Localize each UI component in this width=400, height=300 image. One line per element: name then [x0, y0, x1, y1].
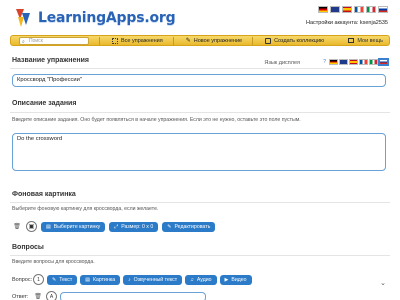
- toolbar-divider: [99, 36, 100, 45]
- edit-icon: ✎: [167, 223, 172, 230]
- answer-input[interactable]: [60, 291, 206, 300]
- logo[interactable]: LearningApps.org: [14, 6, 176, 30]
- main-toolbar: ⌕ Поиск Все упражнения ✎ Новое упражнени…: [10, 35, 390, 46]
- flag-gb-icon[interactable]: [339, 59, 348, 65]
- flag-fr-icon[interactable]: [354, 6, 364, 13]
- question-type-row: Вопрос: 1 ✎ Текст ▤ Картинка ♪ Озвученны…: [12, 274, 252, 285]
- question-tts-button[interactable]: ♪ Озвученный текст: [123, 274, 183, 285]
- choose-image-button[interactable]: ▤ Выберите картинку: [41, 221, 106, 232]
- edit-label: Редактировать: [174, 223, 211, 230]
- trash-icon[interactable]: 🗑: [12, 222, 22, 232]
- resize-icon: ⤢: [114, 223, 119, 230]
- create-collection-label: Создать коллекцию: [274, 37, 325, 44]
- exercise-name-title: Название упражнения: [12, 57, 89, 64]
- question-type-text: Текст: [59, 276, 73, 283]
- background-image-hint: Выберите фоновую картинку для кроссворда…: [12, 206, 159, 212]
- question-label: Вопрос:: [12, 276, 33, 283]
- flag-it-icon[interactable]: [366, 6, 376, 13]
- image-glyph-icon: ▤: [46, 223, 51, 230]
- language-flags: [318, 6, 388, 13]
- edit-button[interactable]: ✎ Редактировать: [162, 221, 216, 232]
- flag-it-icon[interactable]: [369, 59, 378, 65]
- flag-ru-icon[interactable]: [378, 6, 388, 13]
- flag-es-icon[interactable]: [342, 6, 352, 13]
- display-language-flags: ?: [323, 58, 389, 66]
- flag-de-icon[interactable]: [318, 6, 328, 13]
- question-video-button[interactable]: ▶ Видео: [219, 274, 252, 285]
- questions-title: Вопросы: [12, 244, 44, 251]
- question-type-image: Картинка: [93, 276, 116, 283]
- account-label: Настройки аккаунта:: [306, 20, 359, 26]
- description-title: Описание задания: [12, 100, 77, 107]
- question-text-button[interactable]: ✎ Текст: [47, 274, 78, 285]
- logo-mark-icon: [14, 7, 36, 29]
- edit-icon: ✎: [52, 276, 57, 283]
- folder-icon: [348, 38, 355, 43]
- question-image-button[interactable]: ▤ Картинка: [80, 274, 121, 285]
- size-button[interactable]: ⤢ Размер: 0 x 0: [109, 221, 159, 232]
- question-audio-button[interactable]: ♫ Аудио: [185, 274, 217, 285]
- all-exercises-label: Все упражнения: [121, 37, 163, 44]
- account-user[interactable]: ksenja2535: [360, 20, 388, 26]
- section-divider: [10, 68, 390, 69]
- new-exercise-label: Новое упражнение: [193, 37, 243, 44]
- pencil-icon: ✎: [185, 38, 191, 44]
- section-divider: [10, 255, 390, 256]
- chevron-down-icon[interactable]: ⌄: [380, 279, 386, 287]
- top-header: LearningApps.org Настройки аккаунта: kse…: [0, 0, 400, 34]
- section-divider: [10, 112, 390, 113]
- search-icon: ⌕: [22, 38, 25, 45]
- audio-icon: ♫: [190, 276, 194, 283]
- flag-ru-icon[interactable]: [378, 58, 389, 66]
- new-exercise-button[interactable]: ✎ Новое упражнение: [185, 37, 243, 45]
- answer-label: Ответ:: [12, 293, 29, 300]
- flag-es-icon[interactable]: [349, 59, 358, 65]
- section-divider: [10, 202, 390, 203]
- account-settings[interactable]: Настройки аккаунта: ksenja2535: [306, 20, 388, 26]
- flag-fr-icon[interactable]: [359, 59, 368, 65]
- search-placeholder: Поиск: [29, 37, 43, 44]
- question-type-tts: Озвученный текст: [133, 276, 178, 283]
- my-stuff-button[interactable]: Мои вещь: [348, 38, 383, 44]
- background-image-title: Фоновая картинка: [12, 191, 76, 198]
- all-exercises-button[interactable]: Все упражнения: [112, 37, 163, 44]
- video-icon: ▶: [224, 276, 229, 283]
- question-number-icon: 1: [33, 274, 44, 285]
- toolbar-divider: [172, 36, 174, 45]
- description-textarea[interactable]: Do the crossword: [12, 133, 386, 171]
- trash-icon[interactable]: 🗑: [33, 292, 43, 300]
- logo-text: LearningApps.org: [38, 10, 176, 26]
- size-label: Размер: 0 x 0: [121, 223, 154, 230]
- image-icon[interactable]: ▣: [26, 221, 37, 232]
- image-glyph-icon: ▤: [85, 276, 90, 283]
- background-actions: 🗑 ▣ ▤ Выберите картинку ⤢ Размер: 0 x 0 …: [12, 221, 216, 232]
- answer-number-icon: A: [46, 291, 57, 300]
- display-language-label: Язык дисплея: [264, 60, 300, 66]
- my-stuff-label: Мои вещь: [357, 37, 383, 44]
- question-type-audio: Аудио: [196, 276, 212, 283]
- choose-image-label: Выберите картинку: [53, 223, 101, 230]
- create-collection-button[interactable]: Создать коллекцию: [265, 37, 325, 44]
- answer-row: Ответ: 🗑 A: [12, 291, 206, 300]
- flag-gb-icon[interactable]: [330, 6, 340, 13]
- collection-icon: [265, 37, 272, 44]
- description-hint: Введите описание задания. Оно будет появ…: [12, 117, 301, 123]
- speaker-icon: ♪: [128, 276, 131, 283]
- questions-hint: Введите вопросы для кроссворда.: [12, 259, 95, 265]
- help-icon[interactable]: ?: [323, 59, 326, 65]
- toolbar-divider: [252, 36, 254, 45]
- flag-de-icon[interactable]: [329, 59, 338, 65]
- search-input[interactable]: ⌕ Поиск: [19, 36, 89, 45]
- exercise-name-input[interactable]: Кроссворд "Профессии": [12, 74, 386, 87]
- grid-icon: [112, 37, 118, 44]
- question-type-video: Видео: [231, 276, 247, 283]
